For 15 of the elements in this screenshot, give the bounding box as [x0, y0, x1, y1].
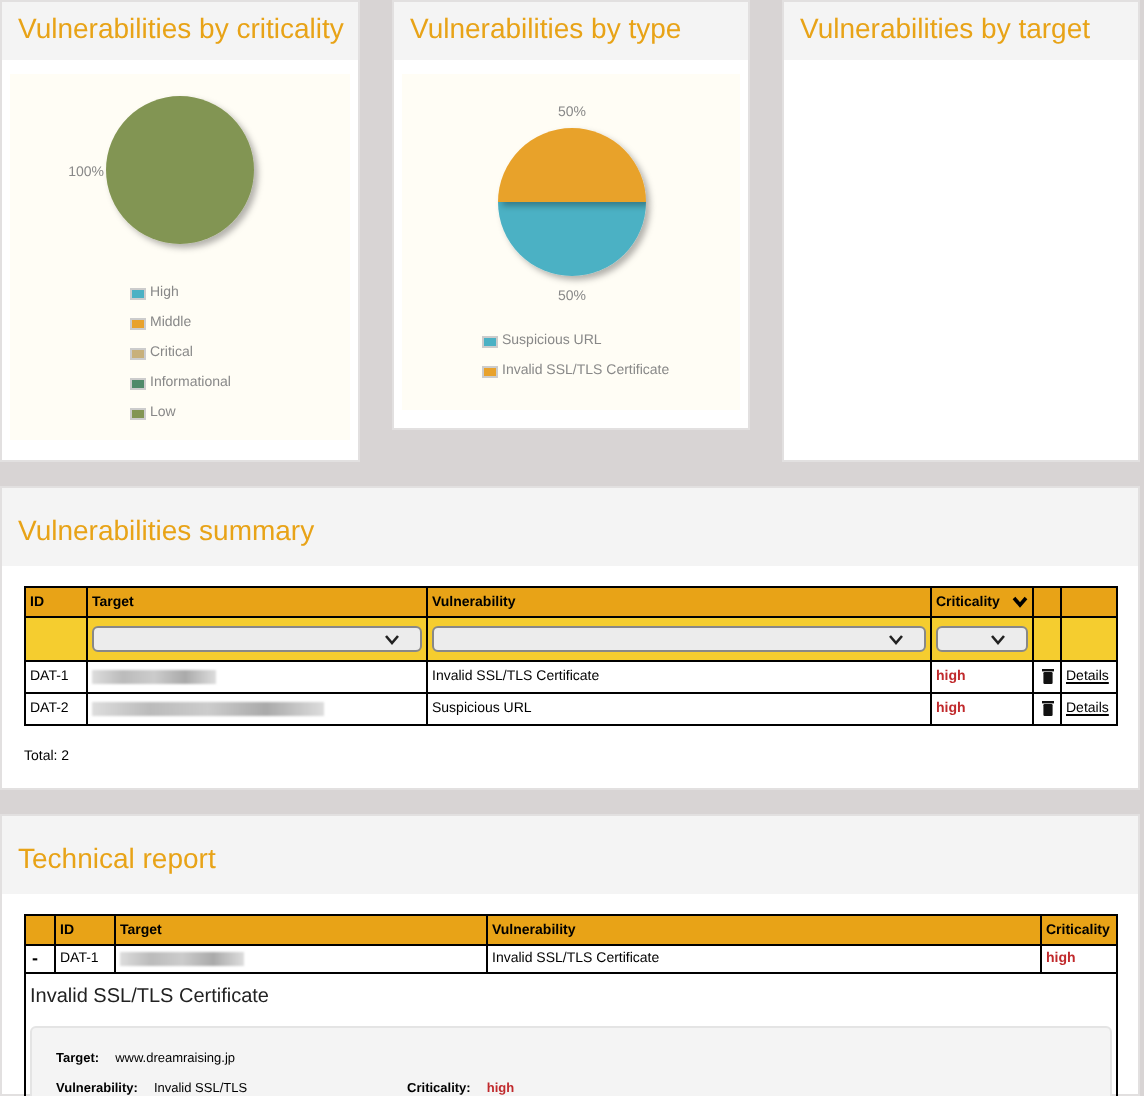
card-title: Vulnerabilities by target [800, 12, 1091, 44]
filter-dropdown[interactable] [432, 626, 926, 652]
card-title: Technical report [18, 842, 216, 874]
filter-dropdown[interactable] [936, 626, 1028, 652]
chevron-down-icon [990, 633, 1006, 645]
trash-icon[interactable] [1041, 699, 1053, 715]
trash-icon[interactable] [1041, 667, 1053, 683]
chevron-down-icon [384, 633, 400, 645]
card-title: Vulnerabilities by type [410, 12, 682, 44]
filter-dropdown[interactable] [92, 626, 422, 652]
chevron-down-icon[interactable] [1012, 596, 1028, 608]
detail-heading: Invalid SSL/TLS Certificate [30, 986, 271, 1008]
card-title: Vulnerabilities summary [18, 514, 315, 546]
card-title: Vulnerabilities by criticality [18, 12, 344, 44]
chevron-down-icon [888, 633, 904, 645]
